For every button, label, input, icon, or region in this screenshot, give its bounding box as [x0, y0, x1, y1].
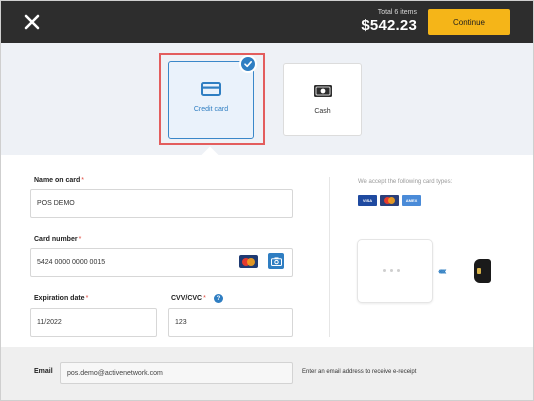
email-label: Email — [34, 368, 53, 375]
email-hint: Enter an email address to receive e-rece… — [302, 369, 417, 375]
cvv-label: CVV/CVC* — [171, 295, 206, 302]
email-input[interactable]: pos.demo@activenetwork.com — [60, 362, 293, 384]
checkmark-icon — [239, 55, 257, 73]
name-on-card-label: Name on card* — [34, 177, 85, 184]
credit-card-option[interactable]: Credit card — [168, 61, 254, 139]
cash-label: Cash — [314, 108, 331, 115]
total-caption: Total 6 items — [377, 9, 417, 16]
cvv-input[interactable]: 123 — [168, 308, 293, 337]
amex-icon: AMEX — [402, 195, 421, 206]
name-on-card-input[interactable]: POS DEMO — [30, 189, 293, 218]
card-form: Name on card* POS DEMO Card number* 5424… — [1, 155, 533, 347]
expiration-date-label: Expiration date* — [34, 295, 89, 302]
credit-card-icon — [201, 82, 221, 96]
order-total: Total 6 items $542.23 — [361, 8, 417, 35]
close-icon[interactable] — [21, 11, 43, 33]
card-reader-illustration — [357, 239, 433, 303]
card-number-value: 5424 0000 0000 0015 — [37, 259, 106, 266]
cash-option[interactable]: Cash — [283, 63, 362, 136]
visa-icon: VISA — [358, 195, 377, 206]
credit-card-label: Credit card — [193, 106, 229, 113]
continue-button[interactable]: Continue — [428, 9, 510, 35]
payment-method-selector: Credit card Cash — [1, 43, 533, 155]
camera-icon[interactable] — [268, 253, 284, 269]
accepted-cards-caption: We accept the following card types: — [358, 179, 453, 185]
payment-dialog: Total 6 items $542.23 Continue Credit ca… — [0, 0, 534, 401]
total-amount: $542.23 — [361, 17, 417, 34]
reader-dots — [383, 269, 400, 272]
swipe-arrows-icon: ‹‹‹‹‹ — [438, 266, 447, 277]
card-number-label: Card number* — [34, 236, 82, 243]
help-icon[interactable]: ? — [214, 294, 223, 303]
mastercard-icon — [239, 255, 258, 268]
accepted-cards-list: VISA AMEX — [358, 195, 421, 206]
expiration-date-input[interactable]: 11/2022 — [30, 308, 157, 337]
card-insert-icon — [474, 259, 491, 283]
top-bar: Total 6 items $542.23 Continue — [1, 1, 533, 43]
email-section: Email pos.demo@activenetwork.com Enter a… — [1, 347, 533, 400]
card-number-input[interactable]: 5424 0000 0000 0015 — [30, 248, 293, 277]
cash-icon — [313, 84, 333, 98]
mastercard-icon — [380, 195, 399, 206]
column-divider — [329, 177, 330, 337]
